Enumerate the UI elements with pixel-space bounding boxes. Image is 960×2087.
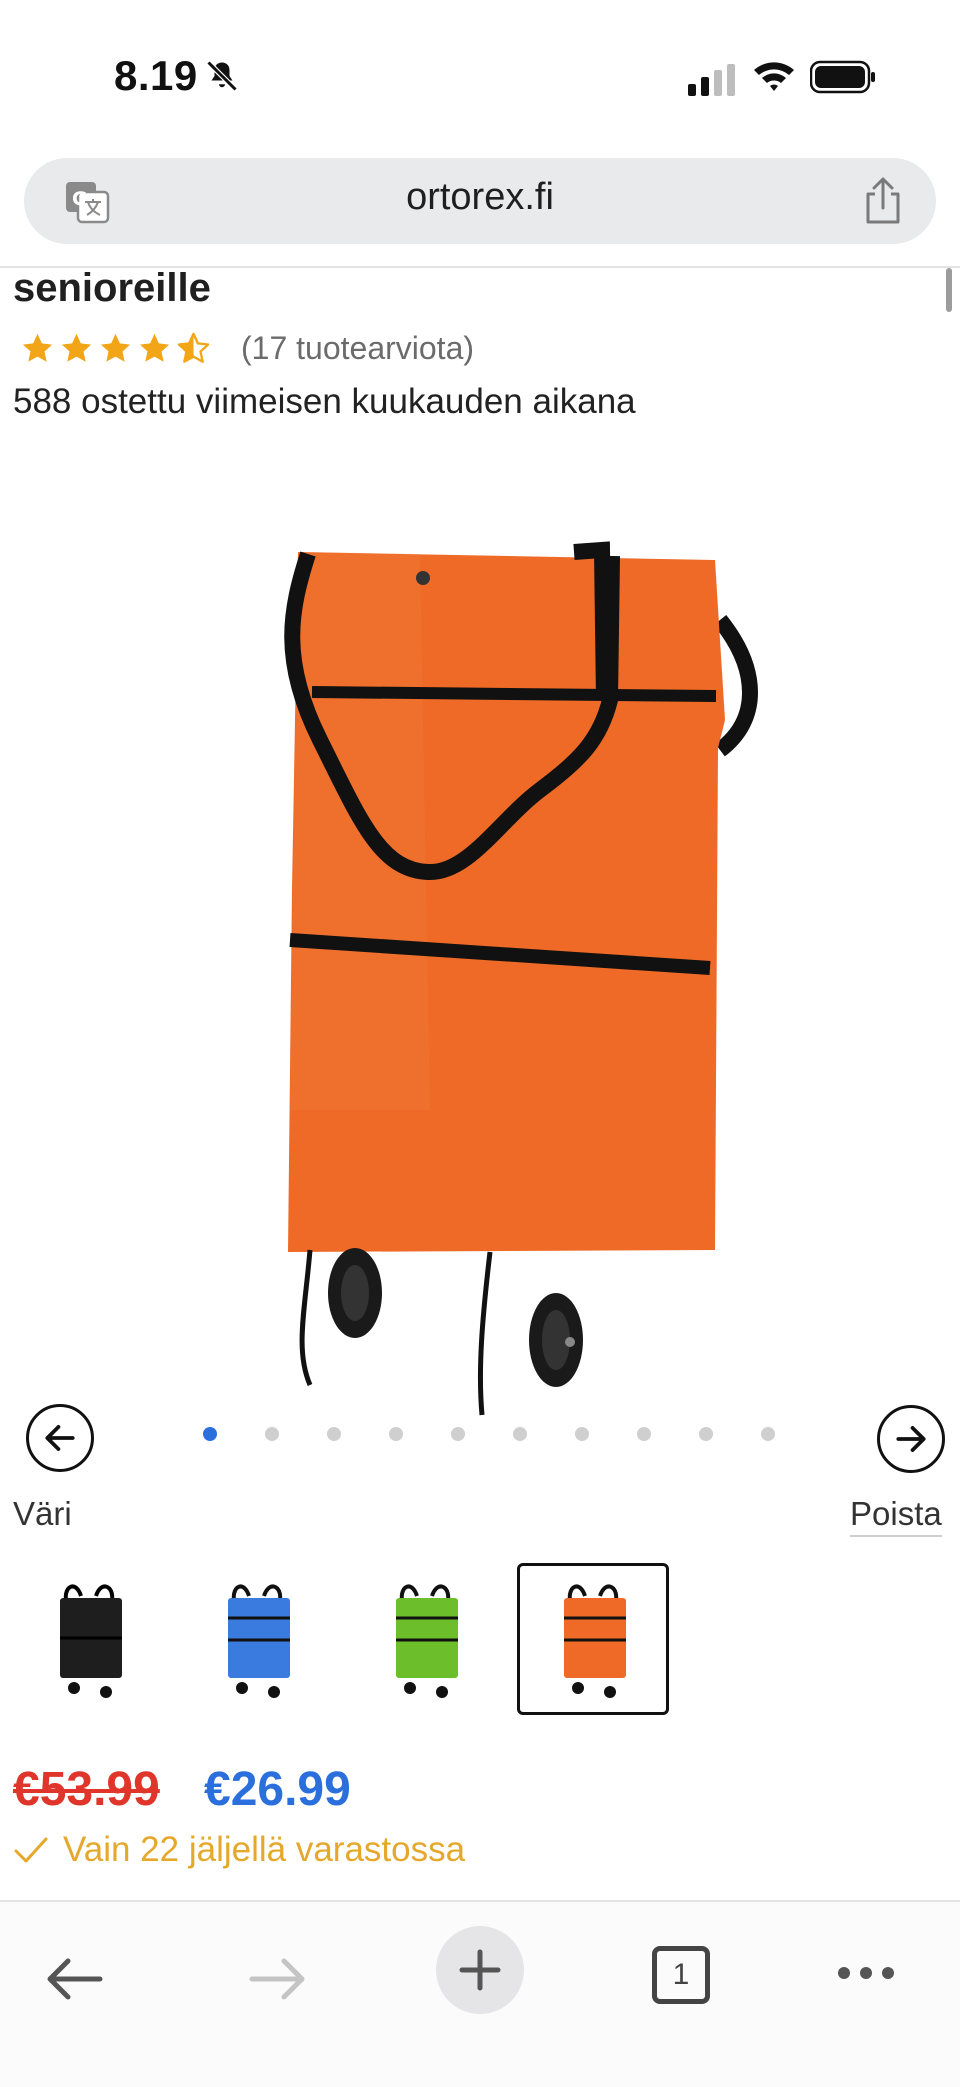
url-text[interactable]: ortorex.fi <box>24 176 936 219</box>
review-count[interactable]: (17 tuotearviota) <box>241 330 474 367</box>
scroll-indicator[interactable] <box>946 268 952 312</box>
arrow-right-icon <box>896 1426 926 1452</box>
color-swatches <box>13 1563 669 1715</box>
carousel-dot[interactable] <box>451 1427 465 1441</box>
forward-icon[interactable] <box>248 1954 308 2004</box>
wifi-icon <box>754 62 794 91</box>
carousel-dot[interactable] <box>699 1427 713 1441</box>
swatch-blue[interactable] <box>181 1563 333 1715</box>
swatch-orange[interactable] <box>517 1563 669 1715</box>
carousel-dot[interactable] <box>575 1427 589 1441</box>
carousel-dot[interactable] <box>761 1427 775 1441</box>
star-full-icon <box>61 333 92 362</box>
star-full-icon <box>139 333 170 362</box>
check-icon <box>14 1837 48 1863</box>
color-label: Väri <box>13 1495 72 1532</box>
carousel-dot[interactable] <box>637 1427 651 1441</box>
arrow-left-icon <box>45 1425 75 1451</box>
carousel-pagination[interactable] <box>203 1427 775 1441</box>
carousel-dot[interactable] <box>265 1427 279 1441</box>
carousel-dot[interactable] <box>203 1427 217 1441</box>
product-title: senioreille <box>13 266 211 310</box>
purchased-count: 588 ostettu viimeisen kuukauden aikana <box>13 382 636 421</box>
share-icon[interactable] <box>860 176 906 226</box>
carousel-dot[interactable] <box>327 1427 341 1441</box>
carousel-next-button[interactable] <box>877 1405 945 1473</box>
battery-icon <box>810 60 875 94</box>
carousel-dot[interactable] <box>513 1427 527 1441</box>
stock-status: Vain 22 jäljellä varastossa <box>13 1830 465 1870</box>
blue-bag-thumbnail <box>228 1584 290 1698</box>
green-bag-thumbnail <box>396 1584 458 1698</box>
tab-count: 1 <box>672 1958 690 1991</box>
star-half-icon <box>177 332 210 363</box>
star-full-icon <box>100 333 131 362</box>
stock-text: Vain 22 jäljellä varastossa <box>63 1830 466 1869</box>
product-image <box>284 541 758 1416</box>
back-icon[interactable] <box>44 1954 104 2004</box>
carousel-prev-button[interactable] <box>26 1404 94 1472</box>
star-full-icon <box>22 333 53 362</box>
browser-toolbar: 1 <box>0 1900 960 2087</box>
address-bar[interactable]: G ortorex.fi <box>24 158 936 244</box>
cellular-signal-icon <box>688 64 735 96</box>
swatch-black[interactable] <box>13 1563 165 1715</box>
original-price: €53.99 <box>13 1763 160 1816</box>
status-bar: 8.19 <box>0 0 960 150</box>
product-image-carousel[interactable] <box>0 470 960 1473</box>
bell-off-icon <box>206 60 238 92</box>
black-bag-thumbnail <box>60 1584 122 1698</box>
plus-icon <box>459 1949 501 1991</box>
star-rating <box>20 331 211 366</box>
new-tab-button[interactable] <box>436 1926 524 2014</box>
rating-row[interactable]: (17 tuotearviota) <box>20 326 474 370</box>
tabs-button[interactable]: 1 <box>652 1946 710 2004</box>
orange-bag-thumbnail <box>564 1584 626 1698</box>
status-time: 8.19 <box>114 52 198 99</box>
remove-selection-link[interactable]: Poista <box>850 1495 942 1537</box>
more-menu-icon[interactable] <box>836 1962 896 1984</box>
swatch-green[interactable] <box>349 1563 501 1715</box>
sale-price: €26.99 <box>204 1763 351 1816</box>
carousel-dot[interactable] <box>389 1427 403 1441</box>
